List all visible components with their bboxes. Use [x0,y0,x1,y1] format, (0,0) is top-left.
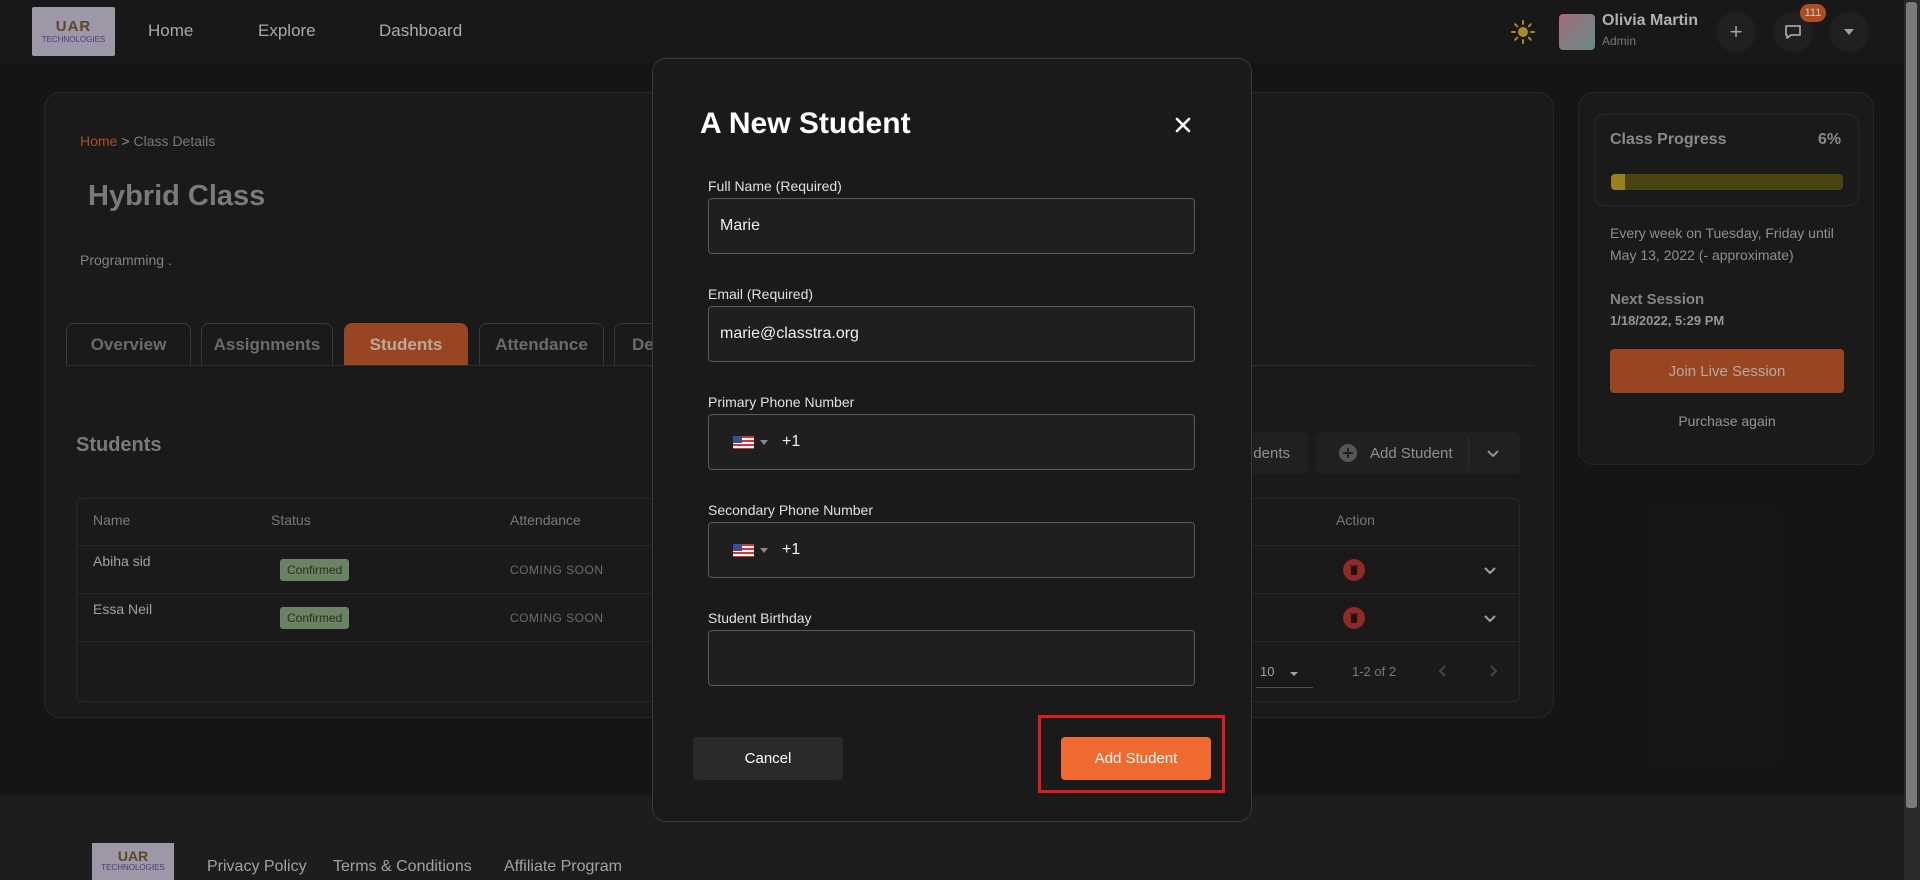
secondary-phone-input[interactable]: +1 [708,522,1195,578]
birthday-label: Student Birthday [708,610,812,626]
country-caret-icon[interactable] [760,547,768,553]
full-name-input[interactable]: Marie [708,198,1195,254]
secondary-phone-label: Secondary Phone Number [708,502,873,518]
primary-phone-input[interactable]: +1 [708,414,1195,470]
birthday-input[interactable] [708,630,1195,686]
scrollbar-thumb[interactable] [1906,2,1917,808]
us-flag-icon[interactable] [733,543,754,557]
us-flag-icon[interactable] [733,435,754,449]
country-caret-icon[interactable] [760,439,768,445]
full-name-value: Marie [720,217,761,234]
modal-title: A New Student [700,107,911,140]
email-label: Email (Required) [708,286,814,302]
full-name-label: Full Name (Required) [708,178,842,194]
add-student-submit-button[interactable]: Add Student [1061,737,1211,780]
email-value: marie@classtra.org [720,325,859,342]
secondary-phone-code: +1 [782,541,801,558]
primary-phone-code: +1 [782,433,801,450]
close-icon[interactable] [1172,114,1194,136]
cancel-button[interactable]: Cancel [693,737,843,780]
primary-phone-label: Primary Phone Number [708,394,855,410]
email-input[interactable]: marie@classtra.org [708,306,1195,362]
